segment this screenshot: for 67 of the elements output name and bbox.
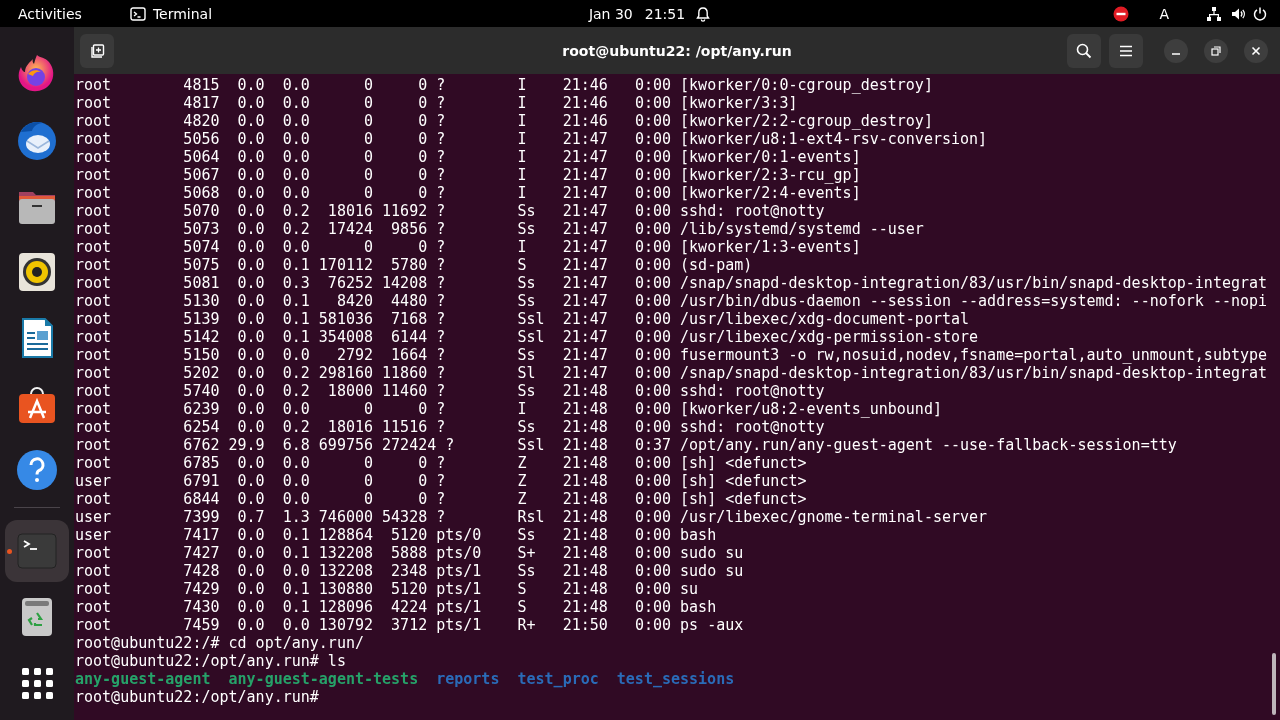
menu-icon (1119, 44, 1133, 57)
terminal-line: root 5067 0.0 0.0 0 0 ? I 21:47 0:00 [kworker/2:3-rcu_gp] (75, 166, 862, 184)
terminal-line: root 5070 0.0 0.2 18016 11692 ? Ss 21:47 0:00 sshd: root@notty (75, 202, 826, 220)
network-icon[interactable] (1206, 5, 1222, 22)
search-icon (1076, 42, 1092, 59)
menu-button[interactable] (1109, 33, 1143, 68)
terminal-line: root 5056 0.0 0.0 0 0 ? I 21:47 0:00 [kworker/u8:1-ext4-rsv-conversion] (75, 130, 989, 148)
close-icon (1251, 45, 1261, 56)
directory-name: reports (436, 670, 500, 688)
minimize-button[interactable] (1164, 38, 1188, 63)
maximize-button[interactable] (1204, 38, 1228, 63)
running-indicator (7, 549, 12, 554)
terminal-line: root 7430 0.0 0.1 128096 4224 pts/1 S 21:48 0:00 bash (75, 598, 718, 616)
terminal-line: root 5202 0.0 0.2 298160 11860 ? Sl 21:47 0:00 /snap/snapd-desktop-integration/83/usr/bin/snapd-desktop-integrat (75, 364, 1269, 382)
terminal-line: root 7427 0.0 0.1 132208 5888 pts/0 S+ 21:48 0:00 sudo su (75, 544, 745, 562)
clock-date: Jan 30 (588, 5, 633, 22)
terminal-line: root 5074 0.0 0.0 0 0 ? I 21:47 0:00 [kworker/1:3-events] (75, 238, 862, 256)
terminal-line: root 5064 0.0 0.0 0 0 ? I 21:47 0:00 [kworker/0:1-events] (75, 148, 862, 166)
restore-icon (1211, 45, 1221, 56)
app-name: Terminal (152, 5, 213, 22)
search-button[interactable] (1067, 33, 1101, 68)
terminal-line: root 6762 29.9 6.8 699756 272424 ? Ssl 21:48 0:37 /opt/any.run/any-guest-agent --use-fallback-session=tty (75, 436, 1178, 454)
terminal-line: root@ubuntu22:/opt/any.run# ls (75, 652, 347, 670)
terminal-line: root 5740 0.0 0.2 18000 11460 ? Ss 21:48 0:00 sshd: root@notty (75, 382, 826, 400)
scrollbar[interactable] (1272, 653, 1276, 715)
terminal-line: root 6844 0.0 0.0 0 0 ? Z 21:48 0:00 [sh] <defunct> (75, 490, 808, 508)
new-tab-icon (89, 42, 105, 59)
terminal-line: root@ubuntu22:/opt/any.run# (75, 688, 320, 706)
terminal-line: root 4815 0.0 0.0 0 0 ? I 21:46 0:00 [kworker/0:0-cgroup_destroy] (75, 76, 934, 94)
terminal-line: root 7428 0.0 0.0 132208 2348 pts/1 Ss 21:48 0:00 sudo su (75, 562, 745, 580)
input-source-indicator[interactable]: A (1159, 5, 1169, 22)
terminal-line: root 7459 0.0 0.0 130792 3712 pts/1 R+ 21:50 0:00 ps -aux (75, 616, 745, 634)
bell-icon (695, 5, 712, 22)
directory-name: test_proc (517, 670, 599, 688)
activities-button[interactable]: Activities (18, 5, 82, 22)
terminal-line: user 7399 0.7 1.3 746000 54328 ? Rsl 21:48 0:00 /usr/libexec/gnome-terminal-server (75, 508, 989, 526)
terminal-line: root@ubuntu22:/# cd opt/any.run/ (75, 634, 365, 652)
no-entry-icon[interactable] (1113, 5, 1130, 22)
terminal-icon (129, 6, 146, 21)
terminal-line: root 5139 0.0 0.1 581036 7168 ? Ssl 21:47 0:00 /usr/libexec/xdg-document-portal (75, 310, 971, 328)
file-name: any-guest-agent (75, 670, 211, 688)
app-menu[interactable]: Terminal (129, 5, 213, 22)
terminal-line: root 6254 0.0 0.2 18016 11516 ? Ss 21:48 0:00 sshd: root@notty (75, 418, 826, 436)
terminal-line: root 5081 0.0 0.3 76252 14208 ? Ss 21:47 0:00 /snap/snapd-desktop-integration/83/usr/bin/snapd-desktop-integrat (75, 274, 1269, 292)
terminal-line: root 7429 0.0 0.1 130880 5120 pts/1 S 21:48 0:00 su (75, 580, 700, 598)
terminal-line: root 6785 0.0 0.0 0 0 ? Z 21:48 0:00 [sh] <defunct> (75, 454, 808, 472)
clock-button[interactable]: Jan 30 21:51 (588, 5, 686, 22)
window-title: root@ubuntu22: /opt/any.run (562, 42, 792, 59)
power-icon[interactable] (1252, 5, 1268, 22)
file-name: any-guest-agent-tests (228, 670, 419, 688)
terminal-line: user 7417 0.0 0.1 128864 5120 pts/0 Ss 21:48 0:00 bash (75, 526, 718, 544)
terminal-line: root 4817 0.0 0.0 0 0 ? I 21:46 0:00 [kworker/3:3] (75, 94, 799, 112)
help-icon (15, 448, 59, 492)
close-button[interactable] (1244, 38, 1268, 63)
terminal-line: root 5150 0.0 0.0 2792 1664 ? Ss 21:47 0:00 fusermount3 -o rw,nosuid,nodev,fsname=portal,auto_unmount,subtype (75, 346, 1269, 364)
terminal-line: root 6239 0.0 0.0 0 0 ? I 21:48 0:00 [kworker/u8:2-events_unbound] (75, 400, 943, 418)
terminal-line: root 5142 0.0 0.1 354008 6144 ? Ssl 21:47 0:00 /usr/libexec/xdg-permission-store (75, 328, 980, 346)
terminal-line: root 4820 0.0 0.0 0 0 ? I 21:46 0:00 [kworker/2:2-cgroup_destroy] (75, 112, 934, 130)
terminal-line: root 5130 0.0 0.1 8420 4480 ? Ss 21:47 0:00 /usr/bin/dbus-daemon --session --address=systemd: --nofork --nopi (75, 292, 1269, 310)
directory-name: test_sessions (616, 670, 735, 688)
clock-time: 21:51 (644, 5, 686, 22)
terminal-line: root 5075 0.0 0.1 170112 5780 ? S 21:47 0:00 (sd-pam) (75, 256, 754, 274)
minimize-icon (1171, 52, 1181, 55)
terminal-line: root 5073 0.0 0.2 17424 9856 ? Ss 21:47 0:00 /lib/systemd/systemd --user (75, 220, 925, 238)
new-tab-button[interactable] (80, 33, 114, 68)
terminal-line: root 5068 0.0 0.0 0 0 ? I 21:47 0:00 [kworker/2:4-events] (75, 184, 862, 202)
terminal-line: user 6791 0.0 0.0 0 0 ? Z 21:48 0:00 [sh] <defunct> (75, 472, 808, 490)
